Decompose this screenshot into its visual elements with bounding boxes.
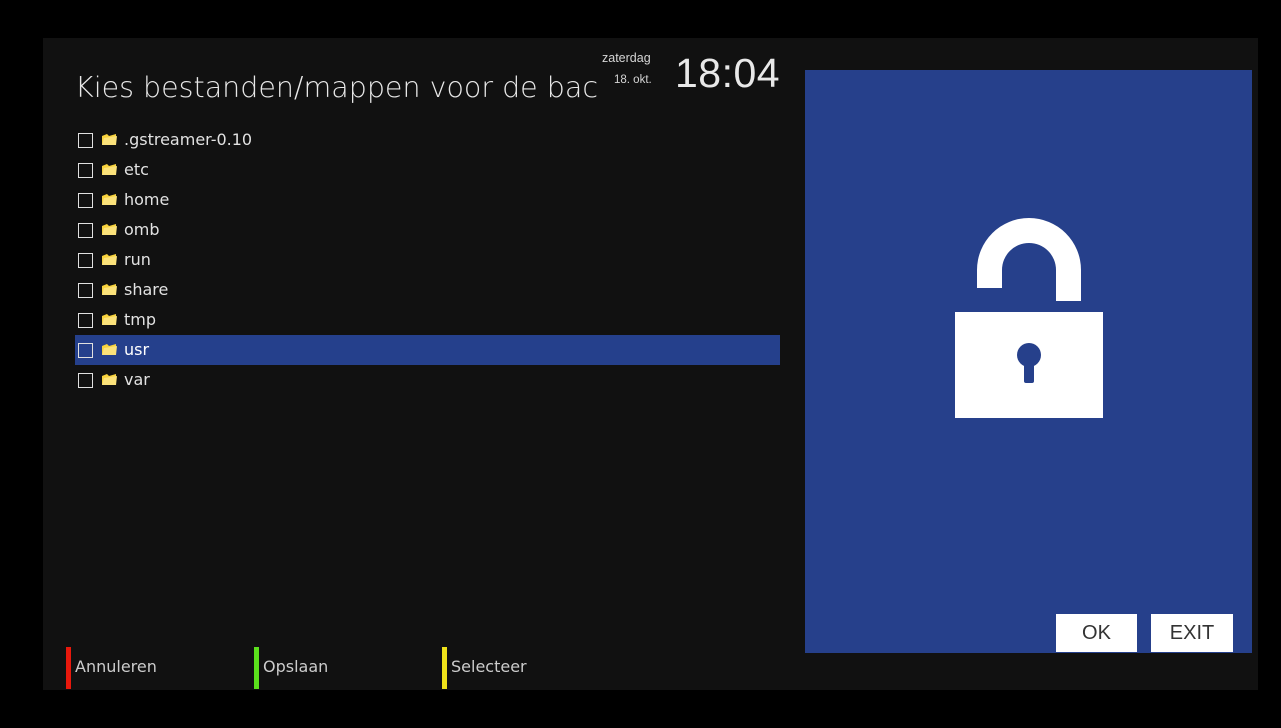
ok-button[interactable]: OK — [1056, 614, 1137, 652]
red-key-bar — [66, 647, 71, 689]
folder-icon — [102, 164, 117, 175]
checkbox[interactable] — [78, 312, 93, 328]
file-name: home — [124, 190, 170, 209]
checkbox[interactable] — [78, 282, 93, 298]
file-item-tmp[interactable]: tmp — [75, 305, 780, 335]
checkbox[interactable] — [78, 342, 93, 358]
save-button[interactable]: Opslaan — [263, 655, 328, 679]
clock-time: 18:04 — [675, 50, 781, 96]
file-item-share[interactable]: share — [75, 275, 780, 305]
file-list: .gstreamer-0.10 etc home omb run share t… — [75, 125, 780, 395]
clock-date: 18. okt. — [614, 74, 652, 86]
folder-icon — [102, 344, 117, 355]
folder-icon — [102, 314, 117, 325]
checkbox[interactable] — [78, 372, 93, 388]
file-name: var — [124, 370, 150, 389]
file-name: tmp — [124, 310, 157, 329]
file-item-home[interactable]: home — [75, 185, 780, 215]
file-name: share — [124, 280, 169, 299]
clock-day: zaterdag — [602, 51, 651, 65]
folder-icon — [102, 284, 117, 295]
file-item-gstreamer[interactable]: .gstreamer-0.10 — [75, 125, 780, 155]
checkbox[interactable] — [78, 252, 93, 268]
file-name: etc — [124, 160, 149, 179]
folder-icon — [102, 254, 117, 265]
green-key-bar — [254, 647, 259, 689]
file-item-omb[interactable]: omb — [75, 215, 780, 245]
cancel-button[interactable]: Annuleren — [75, 655, 157, 679]
file-name: .gstreamer-0.10 — [124, 130, 253, 149]
file-name: omb — [124, 220, 160, 239]
file-item-run[interactable]: run — [75, 245, 780, 275]
file-name: usr — [124, 340, 150, 359]
folder-icon — [102, 374, 117, 385]
yellow-key-bar — [442, 647, 447, 689]
file-item-var[interactable]: var — [75, 365, 780, 395]
file-item-usr[interactable]: usr — [75, 335, 780, 365]
checkbox[interactable] — [78, 192, 93, 208]
checkbox[interactable] — [78, 162, 93, 178]
lock-icon — [955, 218, 1103, 418]
screen: Kies bestanden/mappen voor de back-up za… — [0, 0, 1281, 728]
folder-icon — [102, 194, 117, 205]
file-item-etc[interactable]: etc — [75, 155, 780, 185]
folder-icon — [102, 224, 117, 235]
checkbox[interactable] — [78, 132, 93, 148]
exit-button[interactable]: EXIT — [1151, 614, 1233, 652]
page-title: Kies bestanden/mappen voor de back-up — [75, 71, 598, 104]
select-button[interactable]: Selecteer — [451, 655, 527, 679]
checkbox[interactable] — [78, 222, 93, 238]
file-name: run — [124, 250, 151, 269]
folder-icon — [102, 134, 117, 145]
